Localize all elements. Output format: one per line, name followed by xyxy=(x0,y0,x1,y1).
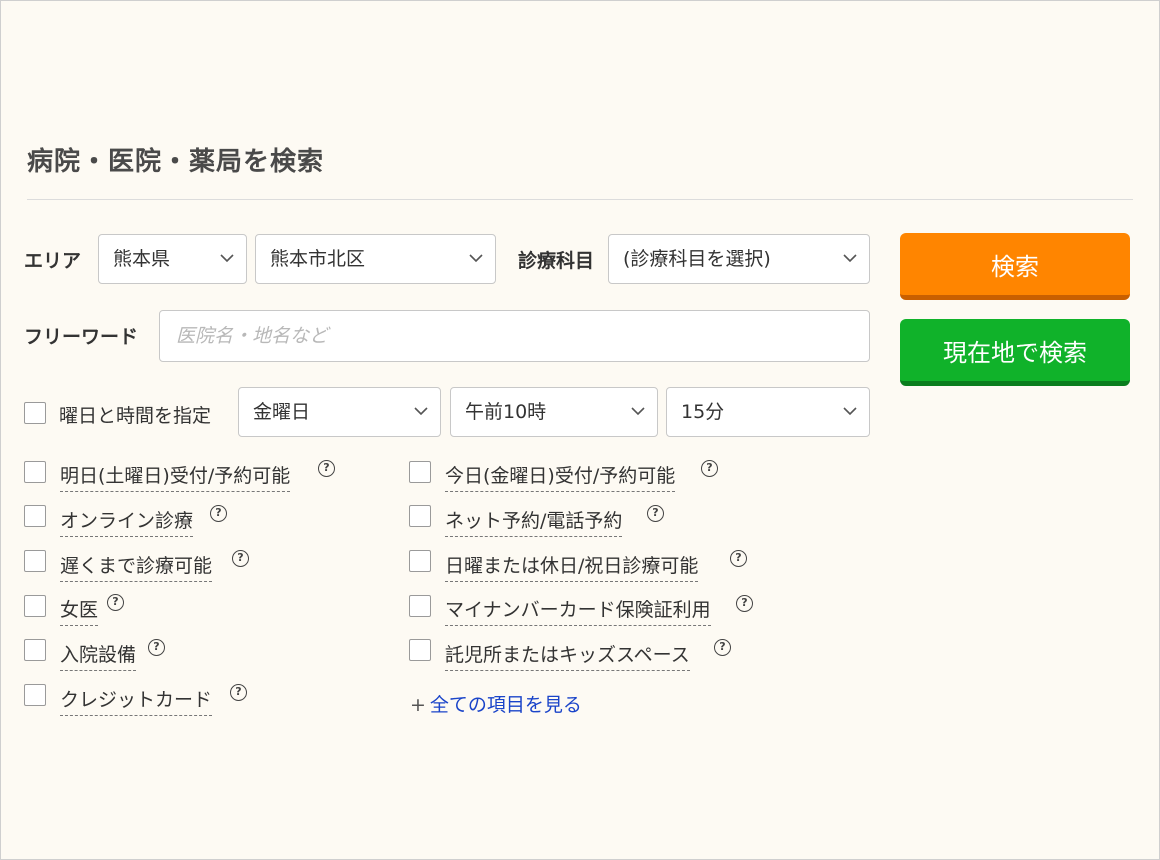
plus-icon: + xyxy=(410,694,426,716)
schedule-checkbox[interactable] xyxy=(24,402,46,424)
chevron-down-icon xyxy=(631,407,645,416)
help-icon[interactable]: ? xyxy=(647,505,664,522)
option-checkbox[interactable] xyxy=(24,461,46,483)
option-checkbox[interactable] xyxy=(24,684,46,706)
chevron-down-icon xyxy=(220,254,234,263)
option-label[interactable]: 今日(金曜日)受付/予約可能 xyxy=(445,461,676,492)
option-checkbox[interactable] xyxy=(24,639,46,661)
area-label: エリア xyxy=(24,250,82,272)
help-icon[interactable]: ? xyxy=(730,550,747,567)
help-icon[interactable]: ? xyxy=(318,460,335,477)
chevron-down-icon xyxy=(843,407,857,416)
freeword-label: フリーワード xyxy=(24,326,139,348)
option-label[interactable]: 遅くまで診療可能 xyxy=(60,551,213,582)
option-checkbox[interactable] xyxy=(409,595,431,617)
option-checkbox[interactable] xyxy=(24,505,46,527)
option-checkbox[interactable] xyxy=(409,550,431,572)
option-label[interactable]: オンライン診療 xyxy=(60,506,194,537)
chevron-down-icon xyxy=(469,254,483,263)
freeword-input[interactable] xyxy=(159,310,870,362)
option-label[interactable]: クレジットカード xyxy=(60,685,213,716)
schedule-label: 曜日と時間を指定 xyxy=(59,405,212,427)
hour-value: 午前10時 xyxy=(465,401,547,423)
city-value: 熊本市北区 xyxy=(270,248,366,270)
option-checkbox[interactable] xyxy=(409,505,431,527)
department-select[interactable]: (診療科目を選択) xyxy=(608,234,870,284)
search-panel: 病院・医院・薬局を検索 エリア 熊本県 熊本市北区 診療科目 (診療科目を選択)… xyxy=(0,0,1160,860)
prefecture-value: 熊本県 xyxy=(113,248,171,270)
help-icon[interactable]: ? xyxy=(210,505,227,522)
minute-select[interactable]: 15分 xyxy=(666,387,870,437)
department-value: (診療科目を選択) xyxy=(623,248,771,270)
help-icon[interactable]: ? xyxy=(148,639,165,656)
show-all-options-link[interactable]: + 全ての項目を見る xyxy=(410,690,582,717)
option-label[interactable]: 託児所またはキッズスペース xyxy=(445,640,690,671)
option-label[interactable]: 入院設備 xyxy=(60,640,137,671)
option-label[interactable]: ネット予約/電話予約 xyxy=(445,506,623,537)
option-checkbox[interactable] xyxy=(409,639,431,661)
minute-value: 15分 xyxy=(681,401,725,423)
page-title: 病院・医院・薬局を検索 xyxy=(27,147,325,177)
hour-select[interactable]: 午前10時 xyxy=(450,387,658,437)
help-icon[interactable]: ? xyxy=(714,639,731,656)
option-label[interactable]: 明日(土曜日)受付/予約可能 xyxy=(60,461,291,492)
option-checkbox[interactable] xyxy=(24,595,46,617)
divider xyxy=(27,199,1133,200)
day-value: 金曜日 xyxy=(253,401,311,423)
department-label: 診療科目 xyxy=(518,250,595,272)
help-icon[interactable]: ? xyxy=(736,595,753,612)
day-select[interactable]: 金曜日 xyxy=(238,387,441,437)
city-select[interactable]: 熊本市北区 xyxy=(255,234,496,284)
help-icon[interactable]: ? xyxy=(107,594,124,611)
show-all-options-label: 全ての項目を見る xyxy=(429,694,582,716)
prefecture-select[interactable]: 熊本県 xyxy=(98,234,247,284)
option-checkbox[interactable] xyxy=(409,461,431,483)
option-checkbox[interactable] xyxy=(24,550,46,572)
help-icon[interactable]: ? xyxy=(232,550,249,567)
option-label[interactable]: マイナンバーカード保険証利用 xyxy=(445,595,711,626)
option-label[interactable]: 女医 xyxy=(60,595,99,626)
search-current-location-button[interactable]: 現在地で検索 xyxy=(900,319,1130,386)
search-button[interactable]: 検索 xyxy=(900,233,1130,300)
help-icon[interactable]: ? xyxy=(701,460,718,477)
option-label[interactable]: 日曜または休日/祝日診療可能 xyxy=(445,551,699,582)
chevron-down-icon xyxy=(414,407,428,416)
chevron-down-icon xyxy=(843,254,857,263)
help-icon[interactable]: ? xyxy=(230,684,247,701)
